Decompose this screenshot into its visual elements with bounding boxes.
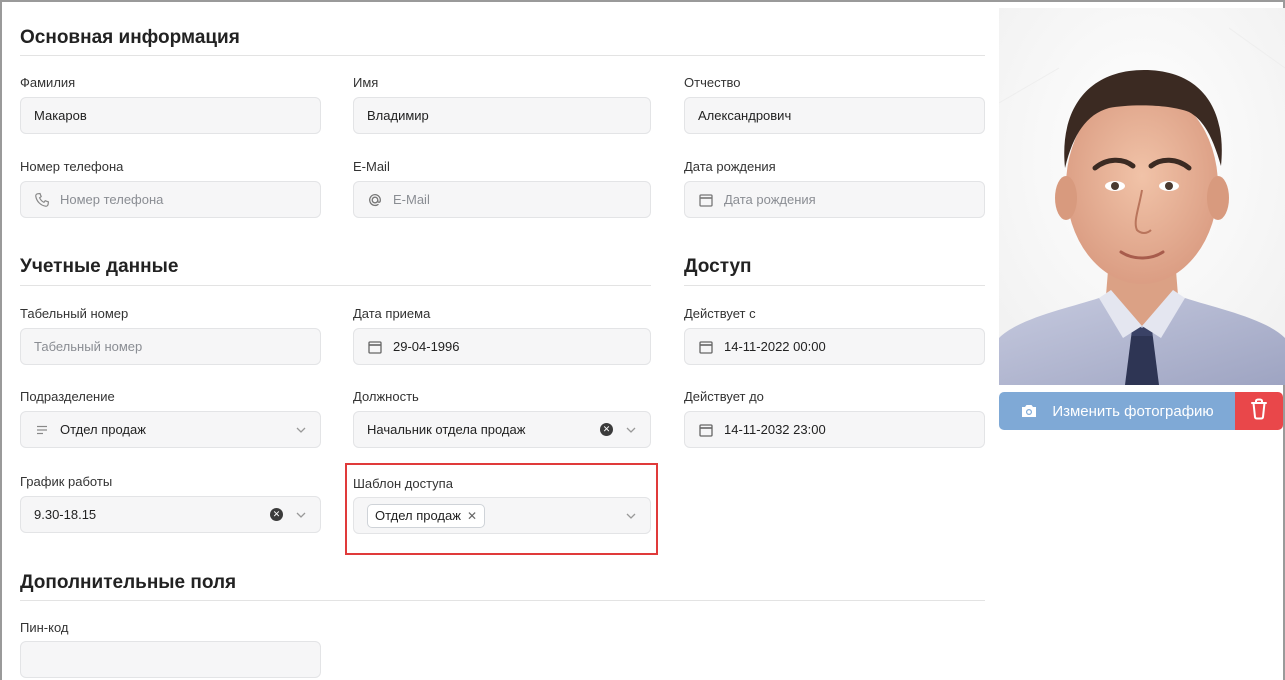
department-label: Подразделение [20,389,115,404]
first-name-input[interactable]: Владимир [353,97,651,134]
calendar-icon [367,339,383,355]
chevron-down-icon[interactable] [295,509,307,521]
phone-icon [34,192,50,208]
schedule-select[interactable]: 9.30-18.15 ✕ [20,496,321,533]
last-name-value: Макаров [34,108,87,123]
section-divider [684,285,985,286]
valid-from-input[interactable]: 14-11-2022 00:00 [684,328,985,365]
window-left-border [0,0,2,680]
highlight-box [345,463,658,555]
chevron-down-icon[interactable] [625,424,637,436]
last-name-input[interactable]: Макаров [20,97,321,134]
hire-date-label: Дата приема [353,306,431,321]
position-label: Должность [353,389,419,404]
delete-photo-button[interactable] [1235,392,1283,430]
section-title-credentials: Учетные данные [20,256,179,277]
section-divider [20,600,985,601]
pin-input[interactable] [20,641,321,678]
clear-icon[interactable]: ✕ [600,423,613,436]
department-select[interactable]: Отдел продаж [20,411,321,448]
calendar-icon [698,339,714,355]
tab-number-placeholder: Табельный номер [34,339,143,354]
section-divider [20,285,651,286]
phone-placeholder: Номер телефона [60,192,164,207]
valid-to-value: 14-11-2032 23:00 [724,422,826,437]
phone-label: Номер телефона [20,159,124,174]
position-value: Начальник отдела продаж [367,422,526,437]
position-select[interactable]: Начальник отдела продаж ✕ [353,411,651,448]
patronymic-value: Александрович [698,108,792,123]
valid-to-label: Действует до [684,389,764,404]
last-name-label: Фамилия [20,75,76,90]
section-title-extra: Дополнительные поля [20,572,237,593]
email-input[interactable]: E-Mail [353,181,651,218]
list-icon [34,422,50,438]
first-name-label: Имя [353,75,379,90]
window-top-border [0,0,1285,8]
schedule-value: 9.30-18.15 [34,507,97,522]
birth-date-label: Дата рождения [684,159,776,174]
tab-number-label: Табельный номер [20,306,129,321]
patronymic-input[interactable]: Александрович [684,97,985,134]
phone-input[interactable]: Номер телефона [20,181,321,218]
hire-date-value: 29-04-1996 [393,339,460,354]
camera-icon [1020,403,1038,419]
email-placeholder: E-Mail [393,192,430,207]
birth-date-input[interactable]: Дата рождения [684,181,985,218]
valid-from-value: 14-11-2022 00:00 [724,339,826,354]
valid-from-label: Действует с [684,306,756,321]
change-photo-button[interactable]: Изменить фотографию [999,392,1235,430]
schedule-label: График работы [20,474,113,489]
hire-date-input[interactable]: 29-04-1996 [353,328,651,365]
section-title-main-info: Основная информация [20,27,240,48]
chevron-down-icon[interactable] [295,424,307,436]
birth-date-placeholder: Дата рождения [724,192,816,207]
valid-to-input[interactable]: 14-11-2032 23:00 [684,411,985,448]
first-name-value: Владимир [367,108,429,123]
at-icon [367,192,383,208]
calendar-icon [698,192,714,208]
email-label: E-Mail [353,159,390,174]
section-divider [20,55,985,56]
clear-icon[interactable]: ✕ [270,508,283,521]
section-title-access: Доступ [684,256,752,277]
calendar-icon [698,422,714,438]
employee-photo [999,8,1285,385]
pin-label: Пин-код [20,620,69,635]
department-value: Отдел продаж [60,422,146,437]
change-photo-label: Изменить фотографию [1052,402,1214,420]
trash-icon [1249,397,1269,425]
patronymic-label: Отчество [684,75,741,90]
tab-number-input[interactable]: Табельный номер [20,328,321,365]
